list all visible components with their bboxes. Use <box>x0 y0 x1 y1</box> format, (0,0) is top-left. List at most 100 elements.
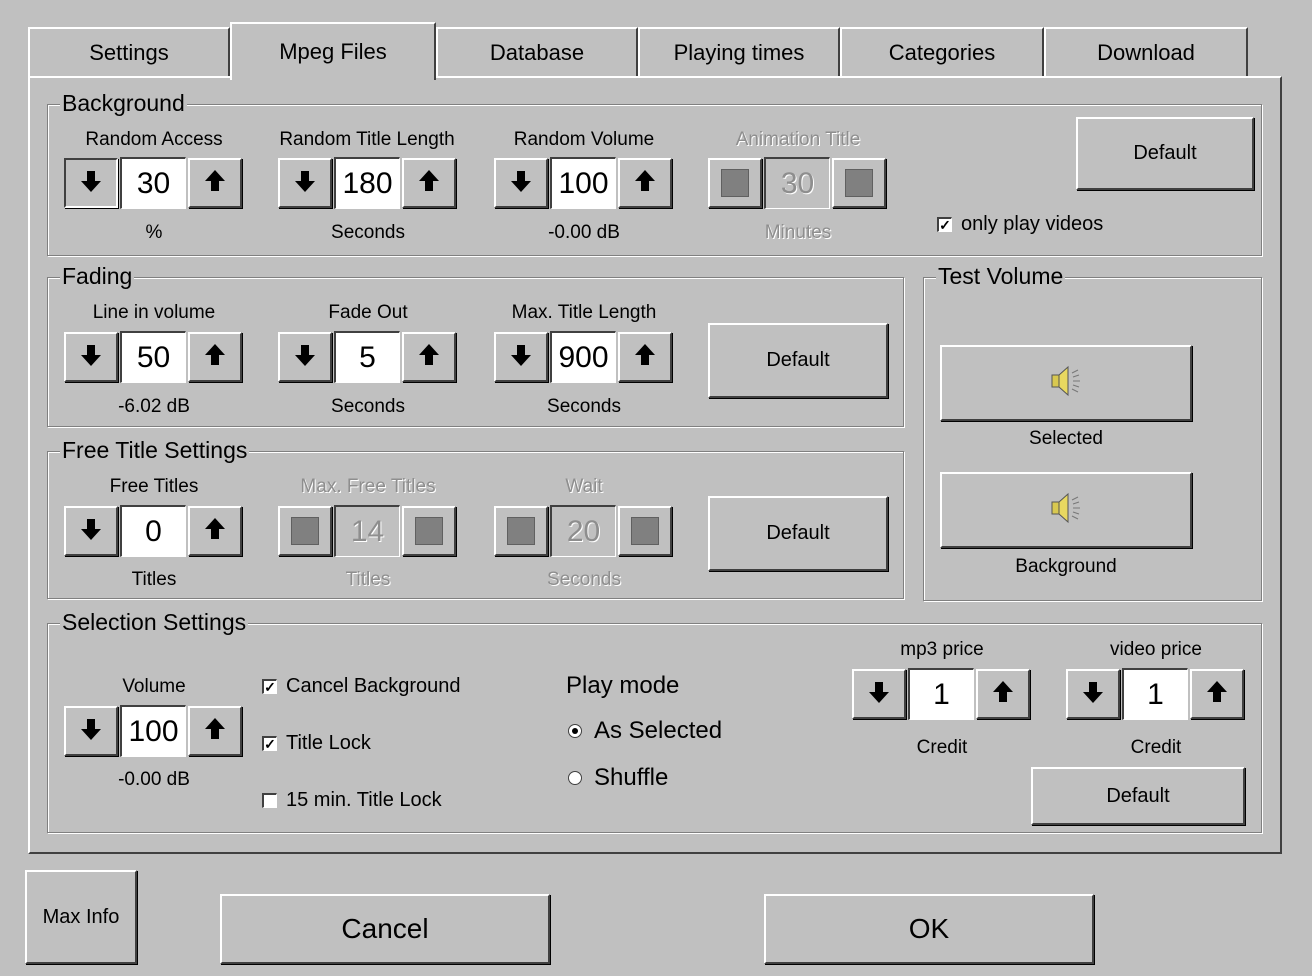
speaker-icon <box>1046 361 1086 406</box>
random-access-down-button[interactable] <box>64 158 118 208</box>
checkmark-icon: ✓ <box>262 736 277 751</box>
mp3-price-label: mp3 price <box>900 639 984 660</box>
arrow-up-icon <box>417 343 441 372</box>
max-title-length-unit: Seconds <box>547 396 621 417</box>
test-volume-selected-button[interactable] <box>940 345 1192 421</box>
fade-out-down-button[interactable] <box>278 332 332 382</box>
title-lock-checkbox[interactable]: ✓ Title Lock <box>262 732 371 755</box>
disabled-arrow-icon <box>631 517 659 545</box>
free-title-default-button[interactable]: Default <box>708 496 888 571</box>
speaker-icon <box>1046 488 1086 533</box>
random-volume-value[interactable]: 100 <box>550 157 616 209</box>
volume-down-button[interactable] <box>64 706 118 756</box>
ok-button[interactable]: OK <box>764 894 1094 964</box>
free-titles-up-button[interactable] <box>188 506 242 556</box>
fading-default-button[interactable]: Default <box>708 323 888 398</box>
max-title-length-value[interactable]: 900 <box>550 331 616 383</box>
arrow-down-icon <box>509 343 533 372</box>
wait-label: Wait <box>565 476 603 497</box>
max-info-label: Max Info <box>42 905 120 928</box>
checkbox-empty-icon <box>262 793 277 808</box>
background-default-button[interactable]: Default <box>1076 117 1254 190</box>
free-titles-down-button[interactable] <box>64 506 118 556</box>
random-title-length-down-button[interactable] <box>278 158 332 208</box>
fade-out-value[interactable]: 5 <box>334 331 400 383</box>
test-volume-background-button[interactable] <box>940 472 1192 548</box>
animation-title-up-button <box>832 158 886 208</box>
volume-label: Volume <box>122 676 186 697</box>
disabled-arrow-icon <box>415 517 443 545</box>
radio-selected-icon <box>568 724 582 738</box>
tab-settings[interactable]: Settings <box>28 27 230 77</box>
mp3-price-up-button[interactable] <box>976 669 1030 719</box>
tab-download[interactable]: Download <box>1044 27 1248 77</box>
tab-playing-times[interactable]: Playing times <box>638 27 840 77</box>
mp3-price-value[interactable]: 1 <box>908 668 974 720</box>
line-in-volume-unit: -6.02 dB <box>118 396 190 417</box>
free-title-default-label: Default <box>766 522 830 544</box>
line-in-volume-label: Line in volume <box>92 302 216 323</box>
checkmark-icon: ✓ <box>262 679 277 694</box>
play-mode-as-selected-radio[interactable]: As Selected <box>568 717 722 745</box>
line-in-volume-up-button[interactable] <box>188 332 242 382</box>
mp3-price-down-button[interactable] <box>852 669 906 719</box>
cancel-label: Cancel <box>341 913 429 944</box>
selection-default-label: Default <box>1106 784 1170 807</box>
arrow-down-icon <box>79 517 103 546</box>
max-free-titles-label: Max. Free Titles <box>300 476 436 497</box>
random-title-length-label: Random Title Length <box>279 129 455 150</box>
cancel-background-checkbox[interactable]: ✓ Cancel Background <box>262 675 461 698</box>
tab-mpeg-files[interactable]: Mpeg Files <box>230 22 436 80</box>
cancel-button[interactable]: Cancel <box>220 894 550 964</box>
line-in-volume-value[interactable]: 50 <box>120 331 186 383</box>
free-titles-value[interactable]: 0 <box>120 505 186 557</box>
tab-database[interactable]: Database <box>436 27 638 77</box>
random-volume-label: Random Volume <box>513 129 655 150</box>
random-access-up-button[interactable] <box>188 158 242 208</box>
15-min-title-lock-label: 15 min. Title Lock <box>286 789 442 811</box>
video-price-down-button[interactable] <box>1066 669 1120 719</box>
arrow-down-icon <box>509 169 533 198</box>
checkmark-icon: ✓ <box>937 217 952 232</box>
random-volume-down-button[interactable] <box>494 158 548 208</box>
animation-title-down-button <box>708 158 762 208</box>
fade-out-unit: Seconds <box>331 396 405 417</box>
volume-unit: -0.00 dB <box>118 769 190 790</box>
arrow-down-icon <box>1081 680 1105 709</box>
max-title-length-up-button[interactable] <box>618 332 672 382</box>
cancel-background-label: Cancel Background <box>286 675 461 697</box>
random-title-length-up-button[interactable] <box>402 158 456 208</box>
only-play-videos-label: only play videos <box>961 213 1104 235</box>
volume-up-button[interactable] <box>188 706 242 756</box>
arrow-up-icon <box>203 717 227 746</box>
max-free-titles-up-button <box>402 506 456 556</box>
random-title-length-value[interactable]: 180 <box>334 157 400 209</box>
video-price-label: video price <box>1110 639 1202 660</box>
arrow-up-icon <box>1205 680 1229 709</box>
tab-categories[interactable]: Categories <box>840 27 1044 77</box>
arrow-down-icon <box>79 343 103 372</box>
play-mode-label: Play mode <box>566 672 680 699</box>
selection-default-button[interactable]: Default <box>1031 767 1245 825</box>
wait-unit: Seconds <box>547 569 621 590</box>
background-group-title: Background <box>60 89 187 117</box>
15-min-title-lock-checkbox[interactable]: 15 min. Title Lock <box>262 789 442 812</box>
max-title-length-down-button[interactable] <box>494 332 548 382</box>
random-volume-up-button[interactable] <box>618 158 672 208</box>
video-price-up-button[interactable] <box>1190 669 1244 719</box>
disabled-arrow-icon <box>721 169 749 197</box>
play-mode-shuffle-radio[interactable]: Shuffle <box>568 764 668 792</box>
fade-out-up-button[interactable] <box>402 332 456 382</box>
only-play-videos-checkbox[interactable]: ✓ only play videos <box>937 213 1103 236</box>
mp3-price-unit: Credit <box>916 737 968 758</box>
line-in-volume-down-button[interactable] <box>64 332 118 382</box>
random-access-label: Random Access <box>85 129 223 150</box>
test-volume-background-label: Background <box>1015 556 1117 577</box>
max-info-button[interactable]: Max Info <box>25 870 137 964</box>
as-selected-label: As Selected <box>594 717 723 744</box>
video-price-value[interactable]: 1 <box>1122 668 1188 720</box>
arrow-up-icon <box>203 517 227 546</box>
arrow-down-icon <box>293 169 317 198</box>
random-access-value[interactable]: 30 <box>120 157 186 209</box>
volume-value[interactable]: 100 <box>120 705 186 757</box>
